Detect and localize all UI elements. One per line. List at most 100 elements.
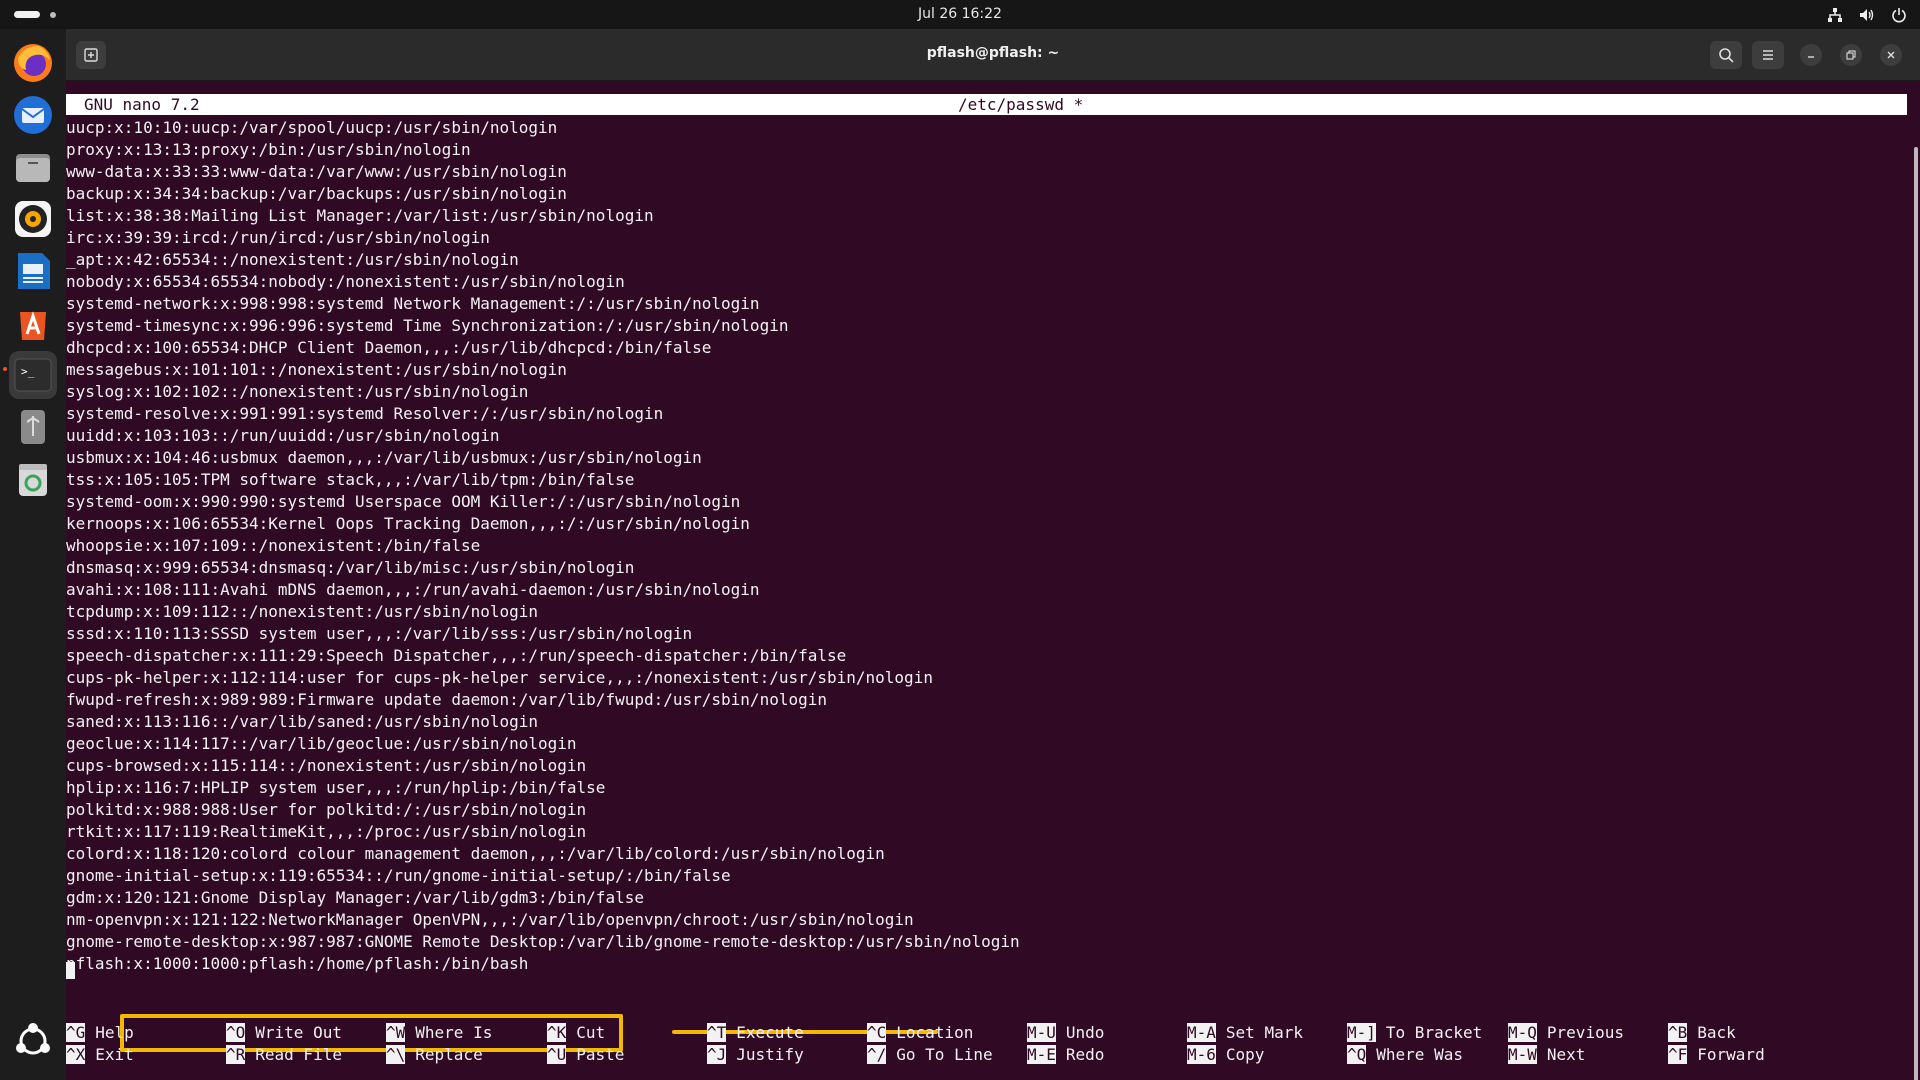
nano-editor[interactable]: GNU nano 7.2 /etc/passwd * uucp:x:10:10:… [66, 81, 1912, 1080]
file-line[interactable]: systemd-network:x:998:998:systemd Networ… [66, 293, 1866, 315]
usb-drive-icon[interactable] [9, 403, 57, 451]
shortcut-key: ^X [66, 1045, 86, 1064]
file-line[interactable]: nobody:x:65534:65534:nobody:/nonexistent… [66, 271, 1866, 293]
file-line[interactable]: uuidd:x:103:103::/run/uuidd:/usr/sbin/no… [66, 425, 1866, 447]
shortcut-item: ^Q Where Was [1347, 1044, 1463, 1066]
shortcut-item: ^J Justify [707, 1044, 804, 1066]
shortcut-item: M-A Set Mark [1187, 1022, 1303, 1044]
file-line[interactable]: polkitd:x:988:988:User for polkitd:/:/us… [66, 799, 1866, 821]
file-line[interactable]: gdm:x:120:121:Gnome Display Manager:/var… [66, 887, 1866, 909]
file-line[interactable]: cups-browsed:x:115:114::/nonexistent:/us… [66, 755, 1866, 777]
close-icon [1887, 51, 1895, 59]
file-line[interactable]: syslog:x:102:102::/nonexistent:/usr/sbin… [66, 381, 1866, 403]
file-line[interactable]: uucp:x:10:10:uucp:/var/spool/uucp:/usr/s… [66, 117, 1866, 139]
file-line[interactable]: whoopsie:x:107:109::/nonexistent:/bin/fa… [66, 535, 1866, 557]
thunderbird-icon[interactable] [9, 91, 57, 139]
file-line[interactable]: systemd-resolve:x:991:991:systemd Resolv… [66, 403, 1866, 425]
shortcut-item: ^C Location [867, 1022, 973, 1044]
file-line[interactable]: nm-openvpn:x:121:122:NetworkManager Open… [66, 909, 1866, 931]
file-line[interactable]: rtkit:x:117:119:RealtimeKit,,,:/proc:/us… [66, 821, 1866, 843]
writer-icon[interactable] [9, 247, 57, 295]
shortcut-label: Go To Line [896, 1045, 993, 1064]
file-line[interactable]: systemd-oom:x:990:990:systemd Userspace … [66, 491, 1866, 513]
text-cursor [66, 962, 75, 979]
shortcut-item: ^T Execute [707, 1022, 804, 1044]
file-line[interactable]: cups-pk-helper:x:112:114:user for cups-p… [66, 667, 1866, 689]
terminal-content[interactable]: GNU nano 7.2 /etc/passwd * uucp:x:10:10:… [66, 81, 1920, 1080]
shortcut-label: Location [896, 1023, 974, 1042]
file-line[interactable]: usbmux:x:104:46:usbmux daemon,,,:/var/li… [66, 447, 1866, 469]
file-line[interactable]: systemd-timesync:x:996:996:systemd Time … [66, 315, 1866, 337]
files-icon[interactable] [9, 143, 57, 191]
file-line[interactable]: irc:x:39:39:ircd:/run/ircd:/usr/sbin/nol… [66, 227, 1866, 249]
shortcut-label: Write Out [255, 1023, 342, 1042]
file-line[interactable]: sssd:x:110:113:SSSD system user,,,:/var/… [66, 623, 1866, 645]
shortcut-key: ^R [226, 1045, 246, 1064]
file-line[interactable]: fwupd-refresh:x:989:989:Firmware update … [66, 689, 1866, 711]
file-line[interactable]: kernoops:x:106:65534:Kernel Oops Trackin… [66, 513, 1866, 535]
shortcut-key: ^T [707, 1023, 727, 1042]
shortcut-item: M-6 Copy [1187, 1044, 1264, 1066]
restore-icon [1846, 50, 1856, 60]
shortcut-label: Cut [576, 1023, 606, 1042]
close-button[interactable] [1880, 44, 1902, 66]
shortcut-label: Paste [576, 1045, 625, 1064]
file-line[interactable]: gnome-remote-desktop:x:987:987:GNOME Rem… [66, 931, 1866, 953]
system-tray[interactable] [1826, 5, 1908, 25]
file-line[interactable]: _apt:x:42:65534::/nonexistent:/usr/sbin/… [66, 249, 1866, 271]
shortcut-item: ^B Back [1668, 1022, 1736, 1044]
file-line[interactable]: tcpdump:x:109:112::/nonexistent:/usr/sbi… [66, 601, 1866, 623]
maximize-button[interactable] [1840, 44, 1862, 66]
power-icon[interactable] [1890, 6, 1908, 24]
network-icon[interactable] [1826, 6, 1844, 24]
file-line[interactable]: proxy:x:13:13:proxy:/bin:/usr/sbin/nolog… [66, 139, 1866, 161]
shortcut-key: ^K [547, 1023, 567, 1042]
file-line[interactable]: saned:x:113:116::/var/lib/saned:/usr/sbi… [66, 711, 1866, 733]
file-line[interactable]: gnome-initial-setup:x:119:65534::/run/gn… [66, 865, 1866, 887]
shortcut-item: ^G Help [66, 1022, 134, 1044]
file-line[interactable]: avahi:x:108:111:Avahi mDNS daemon,,,:/ru… [66, 579, 1866, 601]
minimize-button[interactable] [1800, 44, 1822, 66]
scrollbar-thumb[interactable] [1914, 147, 1918, 1080]
terminal-icon[interactable]: >_ [9, 351, 57, 399]
file-line[interactable]: messagebus:x:101:101::/nonexistent:/usr/… [66, 359, 1866, 381]
file-line[interactable]: dnsmasq:x:999:65534:dnsmasq:/var/lib/mis… [66, 557, 1866, 579]
shortcut-item: M-] To Bracket [1347, 1022, 1482, 1044]
search-button[interactable] [1710, 41, 1742, 69]
shortcut-label: Where Is [415, 1023, 493, 1042]
rhythmbox-icon[interactable] [9, 195, 57, 243]
file-line[interactable]: backup:x:34:34:backup:/var/backups:/usr/… [66, 183, 1866, 205]
scrollbar[interactable] [1912, 133, 1920, 1080]
volume-icon[interactable] [1858, 6, 1876, 24]
file-line[interactable]: colord:x:118:120:colord colour managemen… [66, 843, 1866, 865]
shortcut-label: Execute [736, 1023, 804, 1042]
firefox-icon[interactable] [9, 39, 57, 87]
shortcut-item: M-U Undo [1027, 1022, 1104, 1044]
file-line[interactable]: list:x:38:38:Mailing List Manager:/var/l… [66, 205, 1866, 227]
file-line[interactable]: tss:x:105:105:TPM software stack,,,:/var… [66, 469, 1866, 491]
shortcut-item: ^F Forward [1668, 1044, 1765, 1066]
file-line[interactable]: hplip:x:116:7:HPLIP system user,,,:/run/… [66, 777, 1866, 799]
shortcut-key: M-E [1027, 1045, 1056, 1064]
trash-icon[interactable] [9, 455, 57, 503]
file-lines[interactable]: uucp:x:10:10:uucp:/var/spool/uucp:/usr/s… [66, 117, 1866, 975]
svg-text:>_: >_ [21, 365, 35, 378]
file-line[interactable]: pflash:x:1000:1000:pflash:/home/pflash:/… [66, 953, 1866, 975]
minimize-icon [1808, 56, 1814, 58]
shortcut-item: M-E Redo [1027, 1044, 1104, 1066]
file-line[interactable]: www-data:x:33:33:www-data:/var/www:/usr/… [66, 161, 1866, 183]
file-line[interactable]: speech-dispatcher:x:111:29:Speech Dispat… [66, 645, 1866, 667]
shortcut-item: ^R Read File [226, 1044, 342, 1066]
shortcut-item: ^U Paste [547, 1044, 624, 1066]
menu-button[interactable] [1752, 41, 1784, 69]
app-center-icon[interactable] [9, 299, 57, 347]
file-line[interactable]: geoclue:x:114:117::/var/lib/geoclue:/usr… [66, 733, 1866, 755]
clock[interactable]: Jul 26 16:22 [0, 6, 1920, 22]
shortcut-key: ^F [1668, 1045, 1688, 1064]
shortcut-key: ^U [547, 1045, 567, 1064]
show-apps-icon[interactable] [9, 1017, 57, 1065]
shortcut-label: Previous [1546, 1023, 1624, 1042]
header-bar: pflash@pflash: ~ [66, 29, 1920, 81]
shortcut-key: ^G [66, 1023, 86, 1042]
file-line[interactable]: dhcpcd:x:100:65534:DHCP Client Daemon,,,… [66, 337, 1866, 359]
